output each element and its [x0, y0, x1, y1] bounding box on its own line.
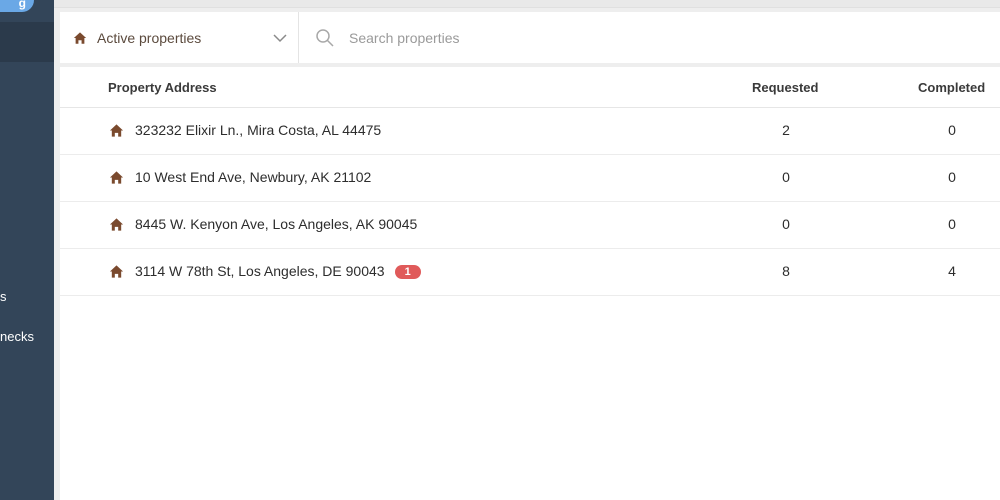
- completed-count: 4: [948, 263, 956, 279]
- table-row[interactable]: 10 West End Ave, Newbury, AK 21102 0 0: [60, 155, 1000, 202]
- home-icon: [109, 171, 124, 184]
- home-icon: [109, 265, 124, 278]
- sidebar-top-button[interactable]: g: [0, 0, 34, 12]
- home-icon: [109, 218, 124, 231]
- property-address: 8445 W. Kenyon Ave, Los Angeles, AK 9004…: [135, 216, 418, 232]
- search-icon: [316, 28, 334, 47]
- completed-count: 0: [948, 169, 956, 185]
- property-filter-dropdown[interactable]: Active properties: [60, 12, 299, 63]
- filter-label: Active properties: [97, 29, 202, 46]
- chevron-down-icon: [273, 34, 287, 43]
- home-icon: [73, 31, 87, 44]
- sidebar-item-1[interactable]: s: [0, 289, 54, 304]
- column-header-address[interactable]: Property Address: [108, 80, 217, 95]
- toolbar: Active properties: [60, 12, 1000, 63]
- table-header: Property Address Requested Completed: [60, 67, 1000, 108]
- completed-count: 0: [948, 122, 956, 138]
- column-header-completed[interactable]: Completed: [918, 80, 985, 95]
- column-header-requested[interactable]: Requested: [752, 80, 818, 95]
- table-row[interactable]: 8445 W. Kenyon Ave, Los Angeles, AK 9004…: [60, 202, 1000, 249]
- requested-count: 8: [782, 263, 790, 279]
- requested-count: 0: [782, 169, 790, 185]
- home-icon: [109, 124, 124, 137]
- main-content: Active properties Property Address Reque…: [54, 0, 1000, 500]
- property-address: 3114 W 78th St, Los Angeles, DE 90043 1: [135, 263, 421, 279]
- table-row[interactable]: 323232 Elixir Ln., Mira Costa, AL 44475 …: [60, 108, 1000, 155]
- properties-table: Property Address Requested Completed 323…: [60, 67, 1000, 500]
- table-row[interactable]: 3114 W 78th St, Los Angeles, DE 90043 1 8…: [60, 249, 1000, 296]
- sidebar-item-label: s: [0, 289, 7, 304]
- property-address: 10 West End Ave, Newbury, AK 21102: [135, 169, 372, 185]
- requested-count: 2: [782, 122, 790, 138]
- notification-badge: 1: [394, 265, 421, 279]
- completed-count: 0: [948, 216, 956, 232]
- top-bar: [54, 0, 1000, 8]
- sidebar-active-item[interactable]: [0, 22, 54, 62]
- property-address: 323232 Elixir Ln., Mira Costa, AL 44475: [135, 122, 382, 138]
- search-input[interactable]: [349, 29, 749, 46]
- sidebar: g s necks: [0, 0, 54, 500]
- sidebar-item-2[interactable]: necks: [0, 329, 54, 344]
- requested-count: 0: [782, 216, 790, 232]
- search-bar: [299, 12, 1000, 63]
- sidebar-item-label: necks: [0, 329, 34, 344]
